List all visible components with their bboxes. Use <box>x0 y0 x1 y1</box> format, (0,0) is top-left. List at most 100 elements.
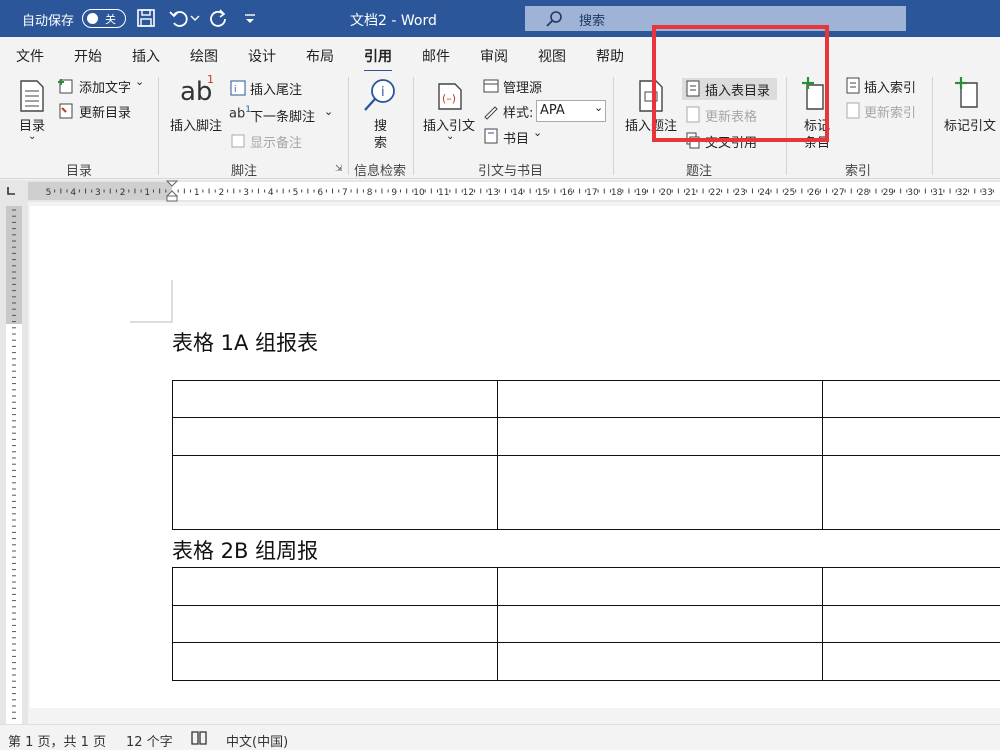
tab-review[interactable]: 审阅 <box>480 46 508 66</box>
ruler-number: 30 <box>907 188 919 198</box>
tab-help[interactable]: 帮助 <box>596 46 624 66</box>
dialog-launcher-icon[interactable]: ⇲ <box>335 164 343 174</box>
update-toc-button[interactable]: 更新目录 <box>79 102 131 121</box>
manage-sources-icon <box>483 79 499 93</box>
undo-icon[interactable] <box>168 7 190 29</box>
add-text-button[interactable]: 添加文字 <box>79 77 131 96</box>
insert-endnote-button[interactable]: 插入尾注 <box>250 79 302 98</box>
tab-layout[interactable]: 布局 <box>306 46 334 66</box>
manage-sources-button[interactable]: 管理源 <box>503 77 542 96</box>
vertical-ruler[interactable] <box>0 202 28 724</box>
proofing-icon[interactable] <box>190 730 208 746</box>
ruler-number: 28 <box>858 188 870 198</box>
ruler-number: 6 <box>317 188 323 198</box>
language-indicator[interactable]: 中文(中国) <box>226 731 288 750</box>
redo-icon[interactable] <box>207 7 229 29</box>
tab-draw[interactable]: 绘图 <box>190 46 218 66</box>
insert-citation-dropdown-icon[interactable]: ⌄ <box>446 131 454 142</box>
tab-references[interactable]: 引用 <box>364 46 392 73</box>
table-cell[interactable] <box>822 605 1000 643</box>
bibliography-button[interactable]: 书目 <box>503 128 529 147</box>
page-count[interactable]: 第 1 页，共 1 页 <box>8 731 106 750</box>
ruler-number: 14 <box>512 188 524 198</box>
next-footnote-dropdown-icon[interactable]: ⌄ <box>324 105 333 118</box>
table-cell[interactable] <box>497 605 823 643</box>
document-table-1[interactable] <box>172 380 1000 530</box>
ruler-number: 7 <box>342 188 348 198</box>
update-index-icon <box>846 102 860 119</box>
table-cell[interactable] <box>822 567 1000 606</box>
ruler-number: 17 <box>586 188 597 198</box>
table-row <box>172 455 1000 530</box>
ruler-number: 31 <box>932 188 943 198</box>
tab-insert[interactable]: 插入 <box>132 46 160 66</box>
svg-text:(–): (–) <box>442 92 456 105</box>
ruler-number: 3 <box>95 188 101 198</box>
table-cell[interactable] <box>172 605 498 643</box>
footnote-superscript-icon: 1 <box>207 73 214 86</box>
tab-view[interactable]: 视图 <box>538 46 566 66</box>
undo-dropdown-icon[interactable] <box>190 7 200 29</box>
show-notes-button[interactable]: 显示备注 <box>250 132 302 151</box>
next-footnote-button[interactable]: 下一条脚注 <box>250 106 315 125</box>
citation-style-select[interactable]: APA ⌄ <box>536 100 606 122</box>
tab-file[interactable]: 文件 <box>16 46 44 66</box>
table-cell[interactable] <box>497 417 823 456</box>
table-row <box>172 417 1000 456</box>
group-separator <box>158 77 159 175</box>
document-page[interactable]: 表格 1A 组报表 表格 2B 组周报 <box>30 206 1000 708</box>
table-cell[interactable] <box>497 455 823 530</box>
table-cell[interactable] <box>822 380 1000 418</box>
table-row <box>172 380 1000 418</box>
autosave-toggle[interactable]: 关 <box>82 9 126 28</box>
search-button-line2[interactable]: 索 <box>374 132 387 151</box>
search-icon <box>546 11 562 27</box>
ruler-number: 8 <box>367 188 373 198</box>
table-cell[interactable] <box>497 642 823 681</box>
mark-citation-button[interactable]: 标记引文 <box>944 115 996 134</box>
table-cell[interactable] <box>172 567 498 606</box>
customize-toolbar-icon[interactable] <box>243 7 257 29</box>
toc-dropdown-icon[interactable]: ⌄ <box>28 131 36 142</box>
insert-index-button[interactable]: 插入索引 <box>864 77 916 96</box>
update-index-button[interactable]: 更新索引 <box>864 102 916 121</box>
ruler-number: 20 <box>660 188 672 198</box>
ruler-number: 2 <box>219 188 225 198</box>
tab-home[interactable]: 开始 <box>74 46 102 66</box>
insert-index-icon <box>846 77 860 94</box>
save-icon[interactable] <box>135 7 157 29</box>
table-cell[interactable] <box>822 455 1000 530</box>
table-cell[interactable] <box>172 417 498 456</box>
tab-mailings[interactable]: 邮件 <box>422 46 450 66</box>
group-index: 索引 <box>845 164 872 179</box>
svg-text:i: i <box>234 85 237 95</box>
insert-endnote-icon: i <box>230 80 246 96</box>
word-count[interactable]: 12 个字 <box>126 731 173 750</box>
ruler-number: 27 <box>833 188 844 198</box>
ruler-number: 11 <box>438 188 449 198</box>
tab-design[interactable]: 设计 <box>248 46 276 66</box>
table-cell[interactable] <box>822 642 1000 681</box>
svg-text:i: i <box>381 85 385 100</box>
insert-footnote-button[interactable]: 插入脚注 <box>170 115 222 134</box>
table-row <box>172 567 1000 606</box>
table-caption-2[interactable]: 表格 2B 组周报 <box>172 535 318 565</box>
group-captions: 题注 <box>686 164 713 179</box>
document-table-2[interactable] <box>172 567 1000 681</box>
group-separator <box>413 77 414 175</box>
table-cell[interactable] <box>172 455 498 530</box>
table-cell[interactable] <box>497 567 823 606</box>
table-cell[interactable] <box>822 417 1000 456</box>
table-cell[interactable] <box>172 380 498 418</box>
table-caption-1[interactable]: 表格 1A 组报表 <box>172 327 318 357</box>
table-cell[interactable] <box>172 642 498 681</box>
add-text-dropdown-icon[interactable]: ⌄ <box>135 75 144 88</box>
highlight-annotation-box <box>652 25 829 142</box>
update-toc-icon <box>59 103 73 119</box>
ruler-number: 2 <box>120 188 126 198</box>
bibliography-dropdown-icon[interactable]: ⌄ <box>533 126 542 139</box>
table-cell[interactable] <box>497 380 823 418</box>
horizontal-ruler[interactable]: 5 4 3 2 1 1 2 3 4 5 6 7 8 9 10 11 12 13 14 15 16 17 18 19 20 21 22… <box>0 180 1000 202</box>
ruler-number: 32 <box>957 188 968 198</box>
ruler-number: 33 <box>981 188 992 198</box>
